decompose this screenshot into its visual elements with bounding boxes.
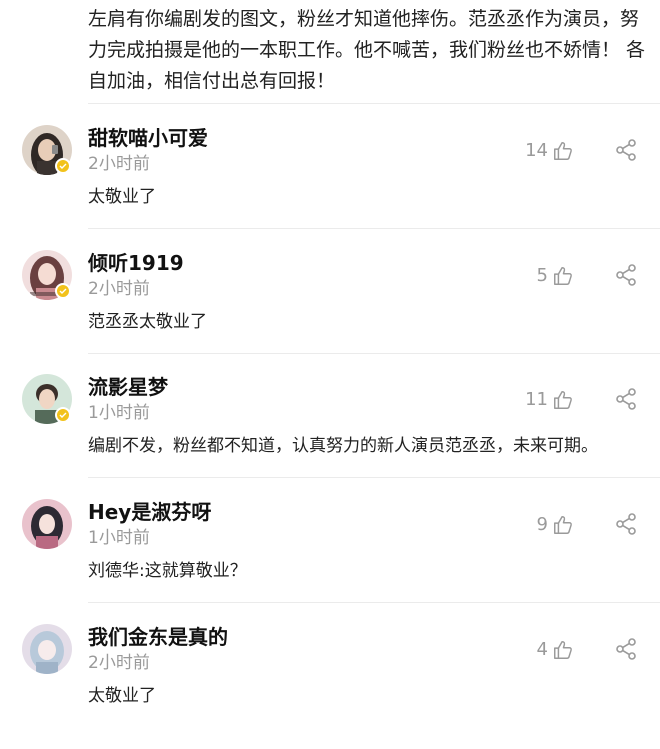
- like-button[interactable]: 11: [525, 388, 574, 412]
- divider: [88, 602, 660, 603]
- divider: [88, 228, 660, 229]
- comment-item: Hey是淑芬呀 1小时前 刘德华:这就算敬业？ 9: [0, 499, 660, 624]
- like-button[interactable]: 4: [537, 638, 574, 662]
- divider: [88, 353, 660, 354]
- thumbs-up-icon: [554, 267, 572, 285]
- comment-text: 太敬业了: [88, 686, 156, 706]
- share-icon[interactable]: [614, 512, 638, 536]
- avatar[interactable]: [22, 125, 72, 175]
- thumbs-up-icon: [554, 516, 572, 534]
- thumbs-up-icon: [554, 641, 572, 659]
- comment-username[interactable]: 我们金东是真的: [88, 624, 228, 650]
- comment-time: 2小时前: [88, 279, 150, 299]
- comment-time: 2小时前: [88, 154, 150, 174]
- like-button[interactable]: 14: [525, 139, 574, 163]
- comment-text: 范丞丞太敬业了: [88, 312, 207, 332]
- like-count: 11: [525, 389, 548, 410]
- like-count: 4: [536, 639, 548, 660]
- verified-badge-icon: [55, 407, 71, 423]
- verified-badge-icon: [55, 283, 71, 299]
- divider: [88, 103, 660, 104]
- comment-time: 1小时前: [88, 403, 150, 423]
- comment-item: 倾听1919 2小时前 范丞丞太敬业了 5: [0, 250, 660, 375]
- comment-text: 太敬业了: [88, 187, 156, 207]
- comment-username[interactable]: 倾听1919: [88, 250, 184, 276]
- comment-item: 甜软喵小可爱 2小时前 太敬业了 14: [0, 125, 660, 250]
- divider: [88, 477, 660, 478]
- like-button[interactable]: 5: [537, 264, 574, 288]
- comment-item: 流影星梦 1小时前 编剧不发，粉丝都不知道，认真努力的新人演员范丞丞，未来可期。…: [0, 374, 660, 499]
- verified-badge-icon: [55, 158, 71, 174]
- comment-username[interactable]: 甜软喵小可爱: [88, 125, 208, 151]
- comment-username[interactable]: Hey是淑芬呀: [88, 499, 211, 525]
- avatar[interactable]: [22, 374, 72, 424]
- share-icon[interactable]: [614, 263, 638, 287]
- like-button[interactable]: 9: [537, 513, 574, 537]
- avatar-anime-pastel-icon: [22, 624, 72, 674]
- avatar[interactable]: [22, 250, 72, 300]
- previous-comment-text: 左肩有你编剧发的图文，粉丝才知道他摔伤。范丞丞作为演员，努力完成拍摄是他的一本职…: [88, 8, 646, 92]
- avatar[interactable]: [22, 624, 72, 674]
- like-count: 5: [536, 265, 548, 286]
- comment-text: 刘德华:这就算敬业？: [88, 561, 247, 581]
- comment-time: 1小时前: [88, 528, 150, 548]
- comment-time: 2小时前: [88, 653, 150, 673]
- avatar-anime-girl-pink-icon: [22, 499, 72, 549]
- avatar[interactable]: [22, 499, 72, 549]
- like-count: 9: [536, 514, 548, 535]
- comment-username[interactable]: 流影星梦: [88, 374, 168, 400]
- comment-item: 我们金东是真的 2小时前 太敬业了 4: [0, 624, 660, 749]
- share-icon[interactable]: [614, 387, 638, 411]
- share-icon[interactable]: [614, 637, 638, 661]
- thumbs-up-icon: [554, 142, 572, 160]
- share-icon[interactable]: [614, 138, 638, 162]
- thumbs-up-icon: [554, 391, 572, 409]
- like-count: 14: [525, 140, 548, 161]
- comment-text: 编剧不发，粉丝都不知道，认真努力的新人演员范丞丞，未来可期。: [88, 436, 598, 456]
